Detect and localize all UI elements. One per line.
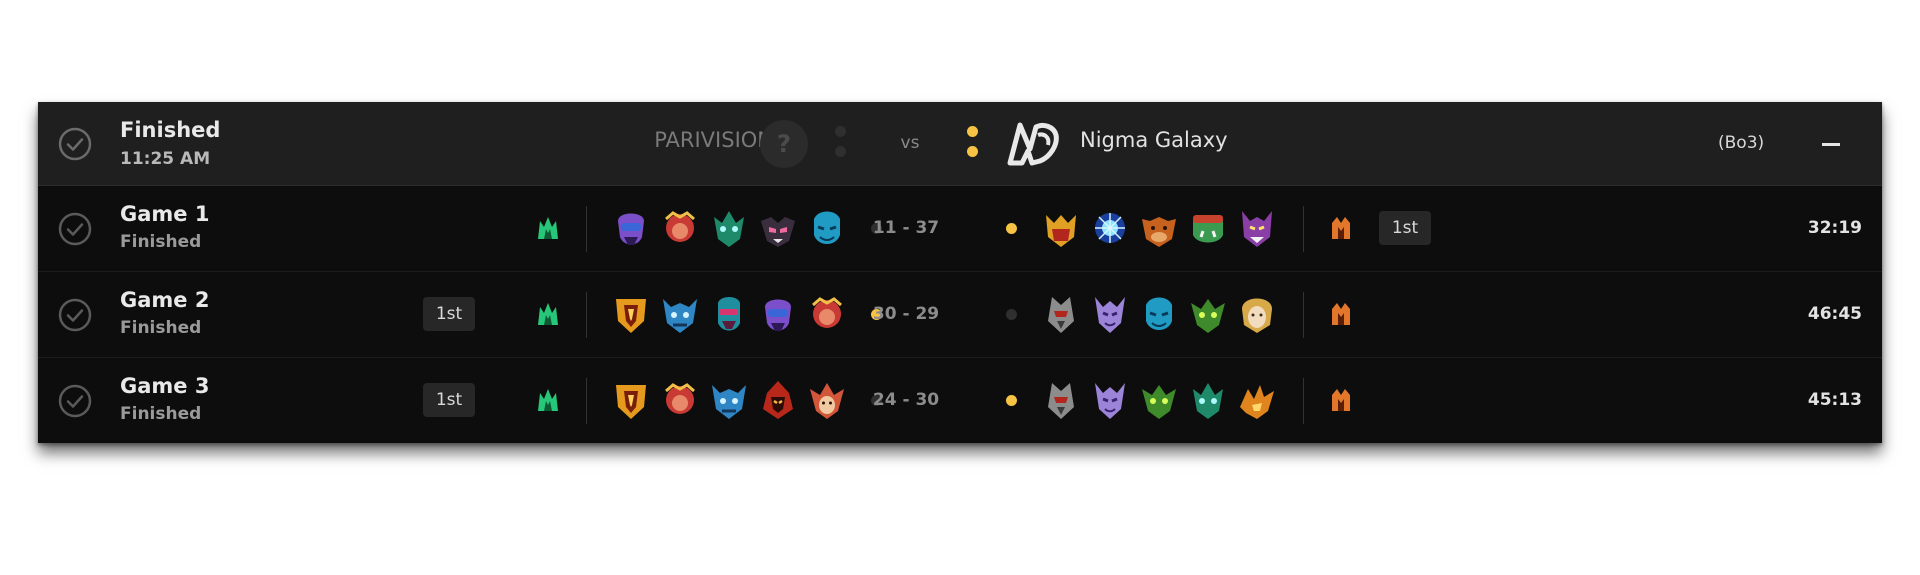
- game-duration: 45:13: [1807, 390, 1862, 410]
- game-row[interactable]: Game 1 Finished 11 - 37 1st 32:19: [38, 186, 1882, 272]
- divider: [586, 206, 587, 252]
- hero-purple-spirit-icon[interactable]: [1091, 293, 1129, 335]
- hero-blue-water-icon[interactable]: [1140, 293, 1178, 335]
- team-right-name[interactable]: Nigma Galaxy: [1080, 128, 1228, 152]
- vs-label: vs: [900, 133, 920, 153]
- dire-icon: [1332, 217, 1350, 239]
- hero-purple-demon-icon[interactable]: [1238, 207, 1276, 249]
- team-left-name[interactable]: PARIVISION: [613, 128, 773, 152]
- game-title: Game 2: [120, 288, 210, 312]
- divider: [1303, 206, 1304, 252]
- hero-orange-phoenix-icon[interactable]: [1238, 379, 1276, 421]
- radiant-icon: [538, 389, 558, 411]
- game-title: Game 3: [120, 374, 210, 398]
- check-circle-icon: [58, 384, 92, 417]
- hero-blue-horned-icon[interactable]: [661, 293, 699, 335]
- hero-grey-knight-icon[interactable]: [1042, 379, 1080, 421]
- hero-red-monkey-icon[interactable]: [661, 379, 699, 421]
- series-format: (Bo3): [1718, 133, 1765, 153]
- match-time: 11:25 AM: [120, 149, 211, 169]
- hero-blue-energy-icon[interactable]: [1091, 207, 1129, 249]
- first-blood-badge: 1st: [423, 297, 475, 331]
- series-dot-left-2: [835, 146, 846, 157]
- match-header[interactable]: Finished 11:25 AM PARIVISION ? vs Nigma …: [38, 102, 1882, 186]
- hero-red-monkey-icon[interactable]: [808, 293, 846, 335]
- game-status: Finished: [120, 232, 202, 252]
- radiant-icon: [538, 303, 558, 325]
- divider: [586, 378, 587, 424]
- hero-blue-water-icon[interactable]: [808, 207, 846, 249]
- game-title: Game 1: [120, 202, 210, 226]
- game-row[interactable]: Game 2 Finished 1st 30 - 29 46:45: [38, 272, 1882, 358]
- hero-green-insect-icon[interactable]: [1140, 379, 1178, 421]
- hero-gold-lady-icon[interactable]: [1238, 293, 1276, 335]
- hero-orange-bull-icon[interactable]: [1140, 207, 1178, 249]
- check-circle-icon: [58, 127, 92, 160]
- game-duration: 46:45: [1807, 304, 1862, 324]
- hero-green-beast-icon[interactable]: [710, 207, 748, 249]
- divider: [586, 292, 587, 338]
- divider: [1303, 292, 1304, 338]
- check-circle-icon: [58, 298, 92, 331]
- hero-green-insect-icon[interactable]: [1189, 293, 1227, 335]
- hero-red-monkey-icon[interactable]: [661, 207, 699, 249]
- hero-purple-spirit-icon[interactable]: [1091, 379, 1129, 421]
- hero-red-elf-icon[interactable]: [808, 379, 846, 421]
- dire-icon: [1332, 389, 1350, 411]
- game-winner-dot-right: [1006, 309, 1017, 320]
- game-row[interactable]: Game 3 Finished 1st 24 - 30 45:13: [38, 358, 1882, 443]
- check-circle-icon: [58, 212, 92, 245]
- hero-gold-horned-icon[interactable]: [1042, 207, 1080, 249]
- hero-flame-shield-icon[interactable]: [612, 379, 650, 421]
- game-status: Finished: [120, 404, 202, 424]
- series-dot-left-1: [835, 126, 846, 137]
- hero-pink-mask-icon[interactable]: [759, 207, 797, 249]
- hero-fire-demon-icon[interactable]: [759, 379, 797, 421]
- hero-purple-hood-icon[interactable]: [612, 207, 650, 249]
- series-dot-right-2: [967, 146, 978, 157]
- game-status: Finished: [120, 318, 202, 338]
- question-mark-icon: ?: [760, 120, 808, 168]
- game-duration: 32:19: [1807, 218, 1862, 238]
- match-status: Finished: [120, 118, 221, 142]
- game-score: 30 - 29: [872, 304, 940, 324]
- minus-icon[interactable]: [1816, 130, 1844, 158]
- match-card: Finished 11:25 AM PARIVISION ? vs Nigma …: [38, 102, 1882, 443]
- first-blood-badge: 1st: [423, 383, 475, 417]
- game-score: 11 - 37: [872, 218, 940, 238]
- dire-icon: [1332, 303, 1350, 325]
- hero-flame-shield-icon[interactable]: [612, 293, 650, 335]
- nigma-galaxy-logo: [1007, 122, 1059, 166]
- radiant-icon: [538, 217, 558, 239]
- game-score: 24 - 30: [872, 390, 940, 410]
- hero-green-beast-icon[interactable]: [1189, 379, 1227, 421]
- divider: [1303, 378, 1304, 424]
- first-blood-badge: 1st: [1379, 211, 1431, 245]
- hero-grey-knight-icon[interactable]: [1042, 293, 1080, 335]
- series-dot-right-1: [967, 126, 978, 137]
- hero-blue-horned-icon[interactable]: [710, 379, 748, 421]
- game-winner-dot-right: [1006, 395, 1017, 406]
- game-winner-dot-right: [1006, 223, 1017, 234]
- hero-teal-ranger-icon[interactable]: [710, 293, 748, 335]
- hero-green-orc-icon[interactable]: [1189, 207, 1227, 249]
- hero-purple-hood-icon[interactable]: [759, 293, 797, 335]
